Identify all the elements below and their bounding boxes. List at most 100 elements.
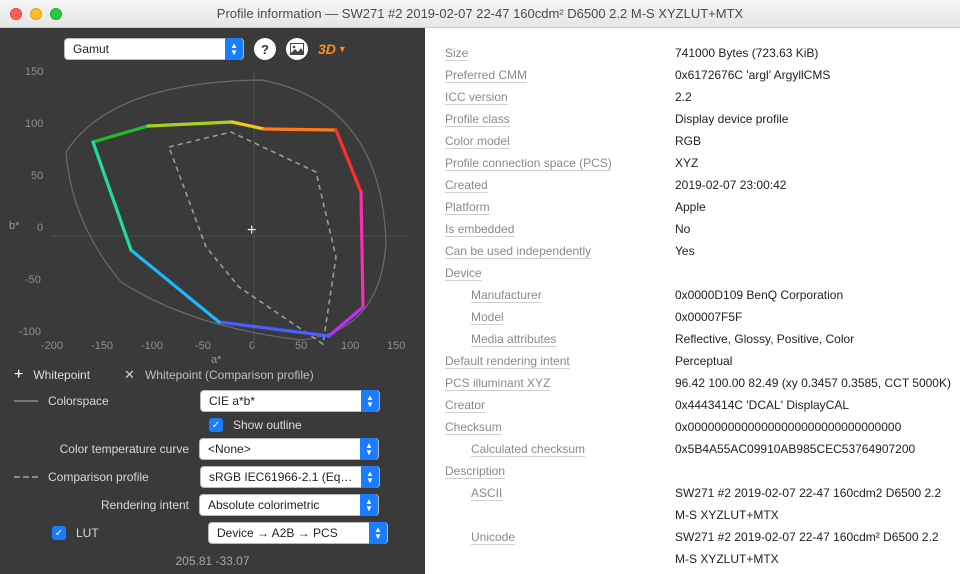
k-unicode: Unicode <box>445 526 675 548</box>
colorspace-label: Colorspace <box>48 394 190 408</box>
image-icon <box>290 43 304 55</box>
info-panel[interactable]: Size741000 Bytes (723.63 KiB) Preferred … <box>425 28 960 574</box>
k-copyright: Copyright <box>445 570 675 574</box>
3d-button[interactable]: 3D ▼ <box>318 41 347 57</box>
solid-line-icon <box>14 400 38 402</box>
main-split: Gamut ▲▼ ? 3D ▼ b* a* 150 100 50 0 -50 -… <box>0 28 960 574</box>
show-outline-label: Show outline <box>233 418 302 432</box>
x-axis-label: a* <box>211 354 221 366</box>
v-media: Reflective, Glossy, Positive, Color <box>675 328 952 350</box>
profile-gamut <box>93 122 363 336</box>
y-axis-label: b* <box>9 220 19 232</box>
v-icc: 2.2 <box>675 86 952 108</box>
k-device: Device <box>445 262 675 284</box>
v-copyright: No copyright. Created with DisplayCAL 3.… <box>675 570 952 574</box>
gamut-chart[interactable]: b* a* 150 100 50 0 -50 -100 -200 -150 -1… <box>15 66 410 360</box>
rendering-intent-value: Absolute colorimetric <box>208 498 319 512</box>
v-size: 741000 Bytes (723.63 KiB) <box>675 42 952 64</box>
whitepoint-legend-row: + Whitepoint ✕ Whitepoint (Comparison pr… <box>14 366 411 384</box>
colorspace-row: Colorspace CIE a*b* ▲▼ <box>14 390 411 412</box>
colorspace-value: CIE a*b* <box>209 394 255 408</box>
k-description: Description <box>445 460 675 482</box>
whitepoint-compare-label: Whitepoint (Comparison profile) <box>145 368 314 382</box>
k-embedded: Is embedded <box>445 218 675 240</box>
rendering-intent-label: Rendering intent <box>14 498 189 512</box>
lut-value: Device → A2B → PCS <box>217 526 338 540</box>
view-mode-value: Gamut <box>73 42 109 56</box>
k-media: Media attributes <box>445 328 675 350</box>
v-platform: Apple <box>675 196 952 218</box>
rendering-intent-select[interactable]: Absolute colorimetric ▲▼ <box>199 494 379 516</box>
controls: + Whitepoint ✕ Whitepoint (Comparison pr… <box>14 366 411 568</box>
comparison-select[interactable]: sRGB IEC61966-2.1 (Equival… ▲▼ <box>200 466 380 488</box>
k-icc: ICC version <box>445 86 675 108</box>
cct-row: Color temperature curve <None> ▲▼ <box>14 438 411 460</box>
v-calcchecksum: 0x5B4A55AC09910AB985CEC53764907200 <box>675 438 952 460</box>
k-size: Size <box>445 42 675 64</box>
plus-icon: + <box>14 366 23 384</box>
v-intent: Perceptual <box>675 350 952 372</box>
show-outline-checkbox[interactable]: ✓ <box>209 418 223 432</box>
v-pclass: Display device profile <box>675 108 952 130</box>
v-ascii: SW271 #2 2019-02-07 22-47 160cdm2 D6500 … <box>675 482 952 526</box>
view-mode-select[interactable]: Gamut ▲▼ <box>64 38 244 60</box>
window-title: Profile information — SW271 #2 2019-02-0… <box>0 6 960 21</box>
gamut-svg <box>51 72 406 346</box>
gamut-toolbar: Gamut ▲▼ ? 3D ▼ <box>64 38 411 60</box>
lut-label: LUT <box>76 526 198 540</box>
ytick: 100 <box>25 118 43 130</box>
ytick: -50 <box>25 274 41 286</box>
k-creator: Creator <box>445 394 675 416</box>
v-cmm: 0x6172676C 'argl' ArgyllCMS <box>675 64 952 86</box>
spectral-locus <box>66 80 386 340</box>
cct-value: <None> <box>208 442 251 456</box>
whitepoint-label: Whitepoint <box>33 368 90 382</box>
k-independent: Can be used independently <box>445 240 675 262</box>
v-unicode: SW271 #2 2019-02-07 22-47 160cdm² D6500 … <box>675 526 952 570</box>
chevron-down-icon: ▼ <box>338 44 347 54</box>
v-independent: Yes <box>675 240 952 262</box>
titlebar: Profile information — SW271 #2 2019-02-0… <box>0 0 960 28</box>
lut-checkbox[interactable]: ✓ <box>52 526 66 540</box>
save-image-button[interactable] <box>286 38 308 60</box>
3d-icon: 3D <box>318 41 336 57</box>
comparison-row: Comparison profile sRGB IEC61966-2.1 (Eq… <box>14 466 411 488</box>
k-cmodel: Color model <box>445 130 675 152</box>
select-arrows-icon: ▲▼ <box>360 494 378 516</box>
k-created: Created <box>445 174 675 196</box>
select-arrows-icon: ▲▼ <box>361 466 379 488</box>
ytick: -100 <box>19 326 41 338</box>
lut-row: ✓ LUT Device → A2B → PCS ▲▼ <box>14 522 411 544</box>
x-icon: ✕ <box>124 367 135 383</box>
zoom-window-button[interactable] <box>50 8 62 20</box>
window-controls <box>10 8 62 20</box>
comparison-value: sRGB IEC61966-2.1 (Equival… <box>209 470 359 484</box>
select-arrows-icon: ▲▼ <box>369 522 387 544</box>
cct-label: Color temperature curve <box>14 442 189 456</box>
select-arrows-icon: ▲▼ <box>360 438 378 460</box>
cct-select[interactable]: <None> ▲▼ <box>199 438 379 460</box>
help-button[interactable]: ? <box>254 38 276 60</box>
dashed-line-icon <box>14 476 38 478</box>
minimize-window-button[interactable] <box>30 8 42 20</box>
v-illuminant: 96.42 100.00 82.49 (xy 0.3457 0.3585, CC… <box>675 372 952 394</box>
k-platform: Platform <box>445 196 675 218</box>
v-checksum: 0x00000000000000000000000000000000 <box>675 416 952 438</box>
ytick: 0 <box>37 222 43 234</box>
whitepoint-marker: + <box>247 222 256 240</box>
colorspace-select[interactable]: CIE a*b* ▲▼ <box>200 390 380 412</box>
v-model: 0x00007F5F <box>675 306 952 328</box>
k-ascii: ASCII <box>445 482 675 504</box>
lut-select[interactable]: Device → A2B → PCS ▲▼ <box>208 522 388 544</box>
k-checksum: Checksum <box>445 416 675 438</box>
v-pcs: XYZ <box>675 152 952 174</box>
k-cmm: Preferred CMM <box>445 64 675 86</box>
comparison-label: Comparison profile <box>48 470 190 484</box>
help-icon: ? <box>261 42 269 57</box>
k-pclass: Profile class <box>445 108 675 130</box>
v-manufacturer: 0x0000D109 BenQ Corporation <box>675 284 952 306</box>
close-window-button[interactable] <box>10 8 22 20</box>
k-pcs: Profile connection space (PCS) <box>445 152 675 174</box>
k-intent: Default rendering intent <box>445 350 675 372</box>
v-cmodel: RGB <box>675 130 952 152</box>
